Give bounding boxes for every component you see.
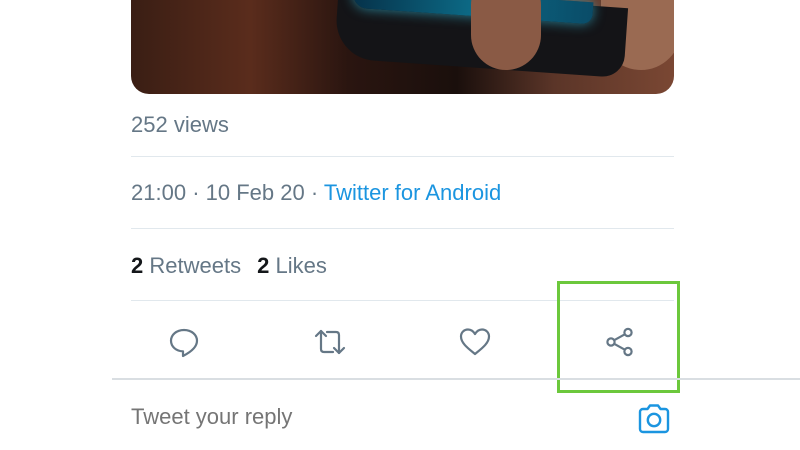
likes-count: 2: [257, 253, 270, 278]
like-button[interactable]: [455, 322, 495, 362]
tweet-detail-screen: 252 views 21:00 · 10 Feb 20 · Twitter fo…: [0, 0, 800, 450]
tweet-time: 21:00: [131, 180, 187, 205]
speech-bubble-icon: [169, 328, 199, 358]
reply-divider: [112, 378, 800, 380]
tweet-meta: 21:00 · 10 Feb 20 · Twitter for Android: [131, 180, 501, 206]
tweet-source-link[interactable]: Twitter for Android: [324, 180, 501, 205]
image-finger: [471, 0, 541, 70]
likes-stat[interactable]: 2 Likes: [257, 253, 327, 278]
tweet-media-image[interactable]: [131, 0, 674, 94]
reply-input[interactable]: [131, 404, 571, 430]
view-count: 252 views: [131, 112, 229, 137]
retweet-button[interactable]: [310, 322, 350, 362]
divider: [131, 156, 674, 157]
retweets-count: 2: [131, 253, 144, 278]
reply-composer: [131, 396, 674, 446]
retweet-arrows-icon: [314, 329, 346, 355]
retweets-stat[interactable]: 2 Retweets: [131, 253, 241, 278]
tweet-date: 10 Feb 20: [205, 180, 305, 205]
likes-label: Likes: [275, 253, 327, 278]
heart-icon: [459, 328, 491, 356]
share-highlight-box: [557, 281, 680, 393]
meta-separator: ·: [192, 180, 200, 205]
reply-button[interactable]: [164, 322, 204, 362]
divider: [131, 228, 674, 229]
retweets-label: Retweets: [149, 253, 242, 278]
meta-separator: ·: [310, 180, 319, 205]
camera-icon: [638, 404, 670, 434]
camera-button[interactable]: [636, 401, 672, 437]
tweet-stats: 2 Retweets 2 Likes: [131, 253, 327, 279]
